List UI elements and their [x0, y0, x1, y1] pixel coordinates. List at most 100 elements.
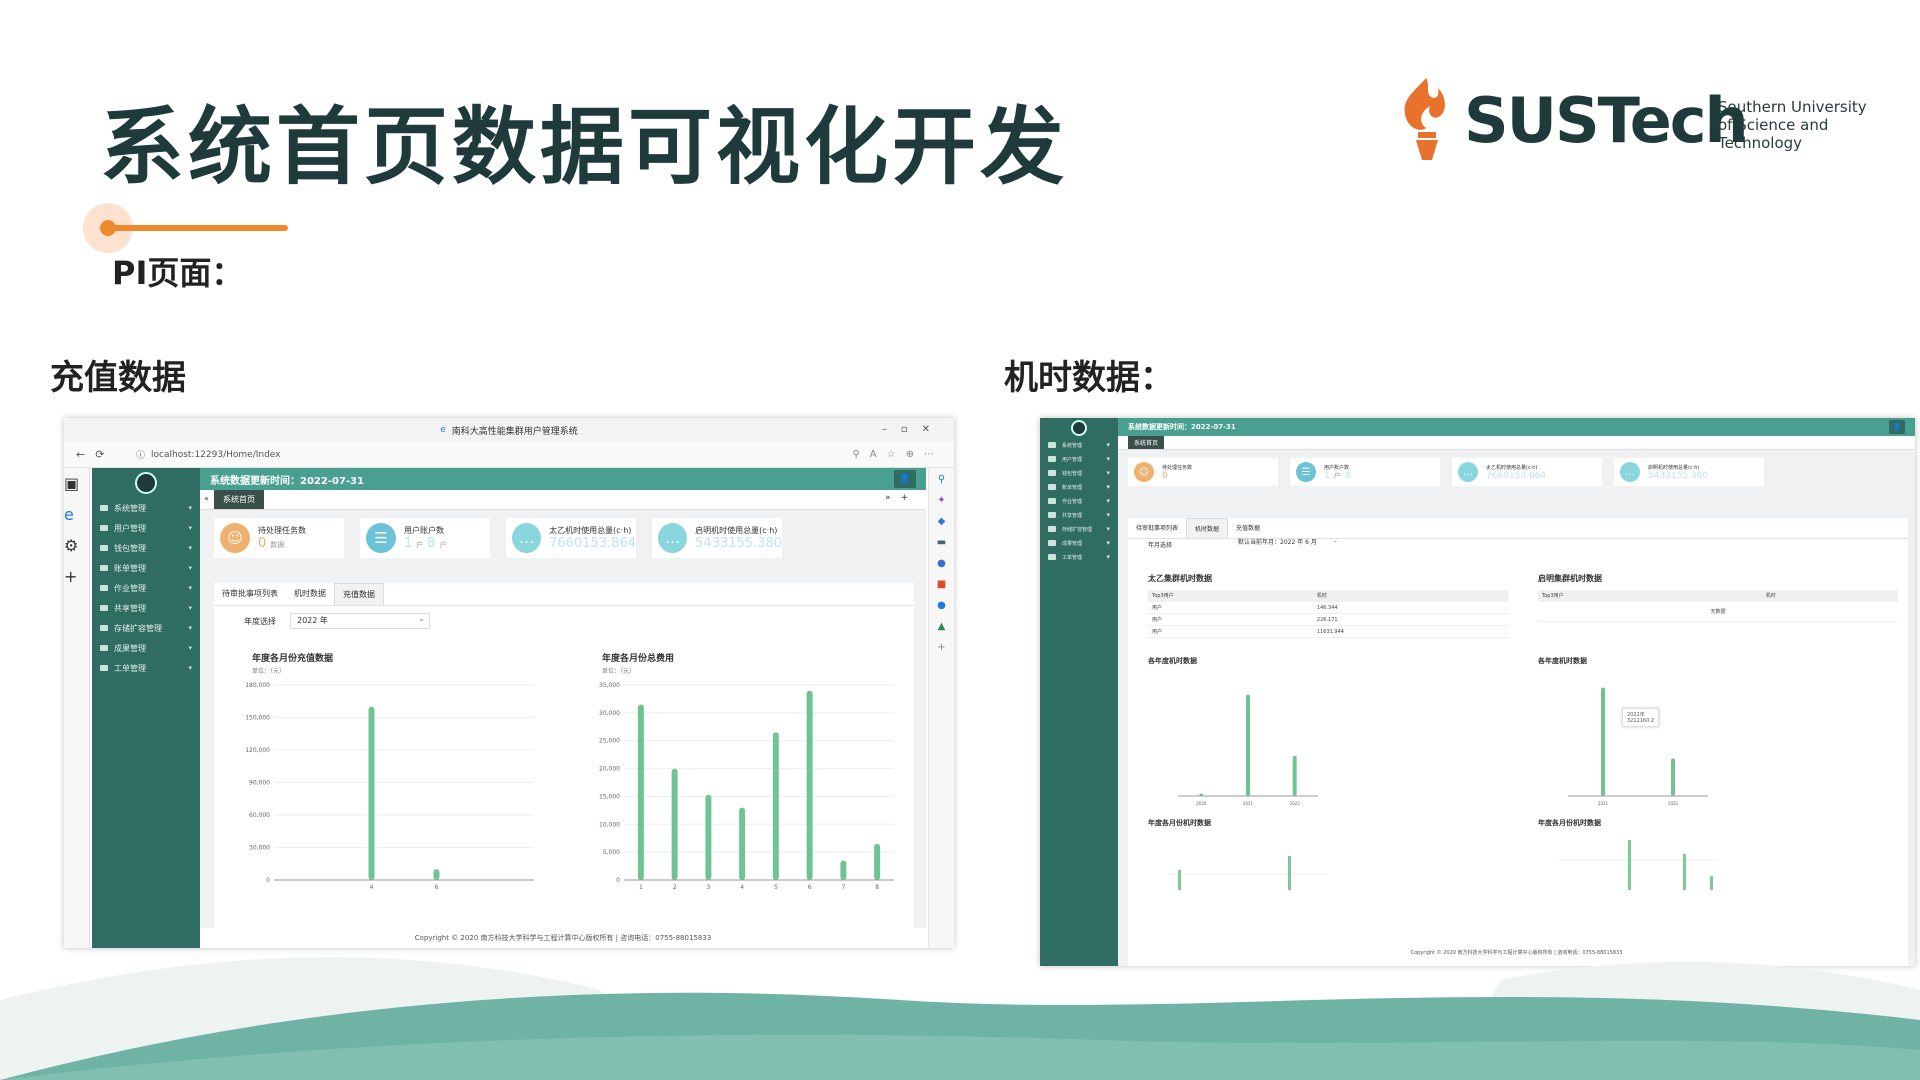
sidebar-item-8[interactable]: 工单管理 ▾ [92, 658, 200, 678]
bar [705, 794, 712, 880]
sidebar-item-label: 作业管理 [114, 583, 146, 593]
topbar-title-right: 系统数据更新时间：2022-07-31 [1128, 423, 1236, 431]
browser-toolbar[interactable]: ⚲A☆⊕⋯ [852, 449, 944, 460]
menu-icon [1048, 442, 1056, 448]
bar [368, 706, 375, 880]
taiyi-table: Top3用户 机时 用户 146.344 用户 226.171 用户 11631.944 [1148, 590, 1508, 638]
decor-line [108, 225, 288, 231]
chat-icon: … [512, 523, 542, 553]
office-icon[interactable]: ■ [929, 579, 954, 590]
url-field[interactable]: localhost:12293/Home/Index [151, 450, 280, 460]
sidebar-item-3[interactable]: 账单管理 ▾ [1040, 480, 1118, 494]
stat-label: 待处理任务数 [1162, 464, 1193, 471]
stat-cards: ☺ 待处理任务数 0 数据 ☰ 用户账户数 1 户 8 户… 太乙机时使用总量(c·h) 766015… [214, 518, 782, 558]
stat-number-2: 8 [1344, 470, 1351, 481]
panel-tab-1[interactable]: 机时数据 [1186, 518, 1229, 538]
bar [1199, 793, 1204, 796]
bottom-wave-decoration [0, 957, 1920, 1080]
window-controls[interactable]: –▫✕ [882, 424, 944, 435]
chart-title-monthly-qiming: 年度各月份机时数据 [1538, 819, 1601, 827]
tab-row-right: 系统首页 [1118, 436, 1915, 450]
outlook-icon[interactable]: ● [929, 600, 954, 611]
browser-left-strip: ▣ e ⚙ + [64, 468, 90, 948]
sidebar-item-1[interactable]: 用户管理 ▾ [92, 518, 200, 538]
y-tick-label: 15,000 [599, 793, 620, 800]
chevron-down-icon: ▾ [1106, 539, 1110, 547]
tag-icon[interactable]: ◆ [929, 516, 954, 527]
data-panel: 待审批事项列表机时数据充值数据 年度选择 2022 年 年度各月份充值数据单位：… [214, 583, 914, 948]
chart-title-yearly-qiming: 各年度机时数据 [1538, 657, 1587, 665]
sidebar-item-0[interactable]: 系统管理 ▾ [1040, 438, 1118, 452]
sidebar-item-4[interactable]: 作业管理 ▾ [1040, 494, 1118, 508]
stat-label: 用户账户数 [404, 526, 444, 535]
user-icon-right[interactable]: 👤 [1889, 420, 1905, 434]
tab-icon[interactable]: ▣ [64, 474, 89, 493]
chevron-down-icon: ▾ [1106, 469, 1110, 477]
stat-number: 7660153.864 [549, 536, 636, 551]
panel-tab-2[interactable]: 充值数据 [1228, 518, 1268, 538]
tab-right-controls[interactable]: »+ [885, 493, 918, 503]
sidebar-item-0[interactable]: 系统管理 ▾ [92, 498, 200, 518]
sidebar-item-label: 作业管理 [1062, 498, 1083, 505]
settings-icon[interactable]: ⚙ [64, 536, 89, 555]
sidebar-item-8[interactable]: 工单管理 ▾ [1040, 550, 1118, 564]
tab-row: « 系统首页 »+ [200, 490, 926, 510]
sidebar-item-1[interactable]: 用户管理 ▾ [1040, 452, 1118, 466]
x-tick-label: 6 [435, 884, 439, 891]
sidebar-item-5[interactable]: 共享管理 ▾ [92, 598, 200, 618]
sidebar-right: 系统管理 ▾ 用户管理 ▾ 钱包管理 ▾ 账单管理 ▾ 作业管理 ▾ 共享管理 ▾ 存储扩容管理 ▾ 成果管… [1040, 418, 1118, 966]
menu-icon [1048, 512, 1056, 518]
menu-icon [1048, 526, 1056, 532]
edge-tab-icon[interactable]: e [64, 505, 89, 524]
slide: 系统首页数据可视化开发 PI页面： 充值数据 机时数据： SUSTech Sou… [0, 0, 1920, 1080]
sidebar-item-5[interactable]: 共享管理 ▾ [1040, 508, 1118, 522]
table-cell: 用户 [1148, 625, 1313, 638]
chevron-down-icon: ▾ [188, 504, 192, 512]
tab-left-arrow[interactable]: « [204, 494, 209, 503]
stat-value: 7660153.864 [549, 536, 636, 551]
nav-buttons[interactable]: ←⟳ [76, 448, 136, 461]
stat-label: 启明机时使用总量(c·h) [695, 526, 778, 535]
month-dropdown[interactable]: 默认当前年月：2022 年 6 月 [1232, 536, 1342, 550]
add-icon[interactable]: + [929, 642, 954, 653]
stat-number: 1 [404, 536, 413, 551]
qiming-col-time: 机时 [1761, 590, 1898, 602]
stat-cards-right: ☺ 待处理任务数 0 ☰ 用户账户数 1 户 8 … 太乙机时使用总量(c·h) 7660153.8… [1128, 458, 1764, 486]
year-dropdown[interactable]: 2022 年 [290, 612, 430, 629]
chart-title: 年度各月份总费用 [602, 652, 674, 664]
stat-number: 1 [1324, 470, 1330, 481]
table-cell: 用户 [1148, 601, 1313, 614]
user-icon[interactable]: 👤 [894, 470, 916, 488]
sparkle-icon[interactable]: ✦ [929, 495, 954, 506]
panel-tab-0[interactable]: 待审批事项列表 [214, 583, 286, 605]
chart-title: 年度各月份充值数据 [252, 652, 333, 664]
chevron-down-icon: ▾ [188, 644, 192, 652]
x-tick-label: 5 [774, 884, 778, 891]
people-icon[interactable]: ● [929, 558, 954, 569]
plus-icon[interactable]: + [64, 567, 89, 586]
chevron-down-icon: ▾ [1106, 553, 1110, 561]
sidebar-item-2[interactable]: 钱包管理 ▾ [92, 538, 200, 558]
tree-icon[interactable]: ▲ [929, 621, 954, 632]
menu-icon [100, 665, 108, 671]
briefcase-icon[interactable]: ▬ [929, 537, 954, 548]
user-icon: ☺ [1134, 462, 1154, 482]
bar [1671, 758, 1675, 796]
search-icon[interactable]: ⚲ [929, 474, 954, 485]
panel-tab-0[interactable]: 待审批事项列表 [1128, 518, 1186, 538]
sidebar-item-4[interactable]: 作业管理 ▾ [92, 578, 200, 598]
sidebar-item-7[interactable]: 成果管理 ▾ [92, 638, 200, 658]
sidebar-item-label: 用户管理 [1062, 456, 1083, 463]
sidebar-item-3[interactable]: 账单管理 ▾ [92, 558, 200, 578]
sidebar-item-7[interactable]: 成果管理 ▾ [1040, 536, 1118, 550]
panel-tab-1[interactable]: 机时数据 [286, 583, 334, 605]
logo-subtext: Southern University of Science and Techn… [1718, 98, 1868, 152]
sidebar-item-6[interactable]: 存储扩容管理 ▾ [92, 618, 200, 638]
panel-tab-2[interactable]: 充值数据 [334, 583, 384, 605]
sidebar-item-6[interactable]: 存储扩容管理 ▾ [1040, 522, 1118, 536]
tab-home[interactable]: 系统首页 [214, 490, 264, 509]
bar [433, 869, 440, 880]
sidebar-item-2[interactable]: 钱包管理 ▾ [1040, 466, 1118, 480]
tab-home-right[interactable]: 系统首页 [1128, 436, 1165, 449]
chart-yearly-taiyi: 2020 2021 2022 [1178, 694, 1318, 806]
